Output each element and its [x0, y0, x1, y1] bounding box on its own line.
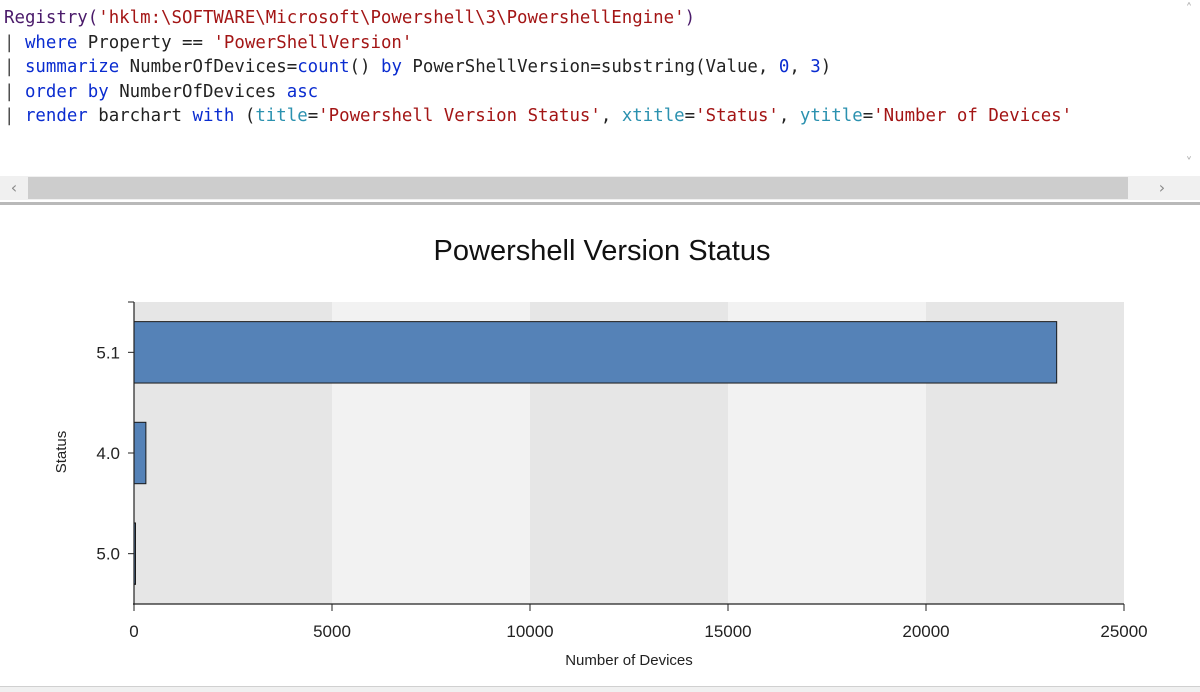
code-token: ytitle — [799, 106, 863, 126]
code-token: | — [4, 57, 25, 77]
code-token: 0 — [778, 57, 790, 77]
x-tick-label: 25000 — [1100, 622, 1147, 641]
chart-title: Powershell Version Status — [434, 235, 771, 267]
x-tick-label: 10000 — [506, 622, 553, 641]
code-token: ) — [820, 57, 832, 77]
code-line: | order by NumberOfDevices asc — [4, 80, 1176, 105]
code-area[interactable]: Registry('hklm:\SOFTWARE\Microsoft\Power… — [4, 6, 1176, 166]
code-token: NumberOfDevices= — [119, 57, 298, 77]
code-token: barchart — [87, 106, 193, 126]
code-token: () — [349, 57, 381, 77]
code-token: Property == — [77, 32, 214, 53]
code-token: title — [255, 106, 308, 126]
code-token: = — [307, 106, 319, 126]
x-tick-labels: 0 5000 10000 15000 20000 25000 — [129, 622, 1147, 641]
code-token: NumberOfDevices — [108, 81, 287, 102]
bar — [133, 321, 1058, 384]
y-axis-title: Status — [53, 431, 70, 474]
code-token: with — [192, 106, 235, 126]
bar — [133, 421, 147, 485]
vertical-scrollbar[interactable]: ˄ ˅ — [1178, 0, 1200, 176]
code-token: | — [4, 81, 25, 102]
code-token: = — [684, 106, 696, 126]
query-editor[interactable]: Registry('hklm:\SOFTWARE\Microsoft\Power… — [0, 0, 1200, 205]
code-token: Registry( — [4, 8, 99, 28]
scroll-left-icon[interactable]: ‹ — [2, 176, 26, 200]
code-token: ( — [234, 106, 256, 126]
scroll-down-icon[interactable]: ˅ — [1178, 156, 1200, 172]
code-token: 'Powershell Version Status' — [318, 106, 601, 126]
results-chart: Powershell Version Status 5.1 4.0 5.0 0 500… — [0, 208, 1200, 684]
code-token: 'PowerShellVersion' — [213, 32, 413, 53]
x-tick-label: 5000 — [313, 622, 351, 641]
code-token: 'Status' — [695, 106, 779, 126]
code-token: , — [789, 57, 811, 77]
code-token: order by — [24, 81, 109, 102]
scrollbar-corner — [1178, 176, 1200, 200]
code-token: | — [4, 106, 25, 126]
code-line: | summarize NumberOfDevices=count() by P… — [4, 55, 1176, 80]
code-line: | render barchart with (title='Powershel… — [4, 104, 1176, 129]
horizontal-scrollbar[interactable]: ‹ › — [0, 176, 1178, 200]
horizontal-scroll-thumb[interactable] — [28, 177, 1128, 199]
y-tick-label: 5.1 — [96, 343, 120, 362]
code-line: | where Property == 'PowerShellVersion' — [4, 31, 1176, 56]
bar-chart: Powershell Version Status 5.1 4.0 5.0 0 500… — [53, 235, 1148, 669]
code-token: PowerShellVersion=substring(Value, — [401, 57, 779, 77]
scroll-right-icon[interactable]: › — [1150, 176, 1174, 200]
y-tick-label: 5.0 — [96, 545, 120, 564]
code-token: 3 — [810, 57, 821, 77]
scroll-up-icon[interactable]: ˄ — [1178, 2, 1200, 18]
code-token: , — [600, 106, 622, 126]
y-tick-labels: 5.1 4.0 5.0 — [96, 343, 120, 563]
code-token: render — [24, 106, 88, 126]
x-tick-label: 20000 — [902, 622, 949, 641]
x-axis-title: Number of Devices — [565, 652, 693, 669]
x-tick-label: 0 — [129, 622, 138, 641]
code-token: ) — [684, 8, 696, 28]
code-line: Registry('hklm:\SOFTWARE\Microsoft\Power… — [4, 6, 1176, 31]
code-token: 'hklm:\SOFTWARE\Microsoft\Powershell\3\P… — [98, 8, 685, 28]
code-token: xtitle — [621, 106, 685, 126]
code-token: = — [862, 106, 874, 126]
x-tick-label: 15000 — [704, 622, 751, 641]
code-token: by — [380, 57, 402, 77]
code-token: , — [778, 106, 800, 126]
code-token: 'Number of Devices' — [873, 106, 1073, 126]
code-token: | — [4, 32, 25, 53]
code-token: asc — [286, 81, 319, 102]
code-token: summarize — [24, 57, 120, 77]
code-token: count — [297, 57, 350, 77]
y-tick-label: 4.0 — [96, 444, 120, 463]
status-strip — [0, 686, 1200, 692]
code-token: where — [24, 32, 78, 53]
